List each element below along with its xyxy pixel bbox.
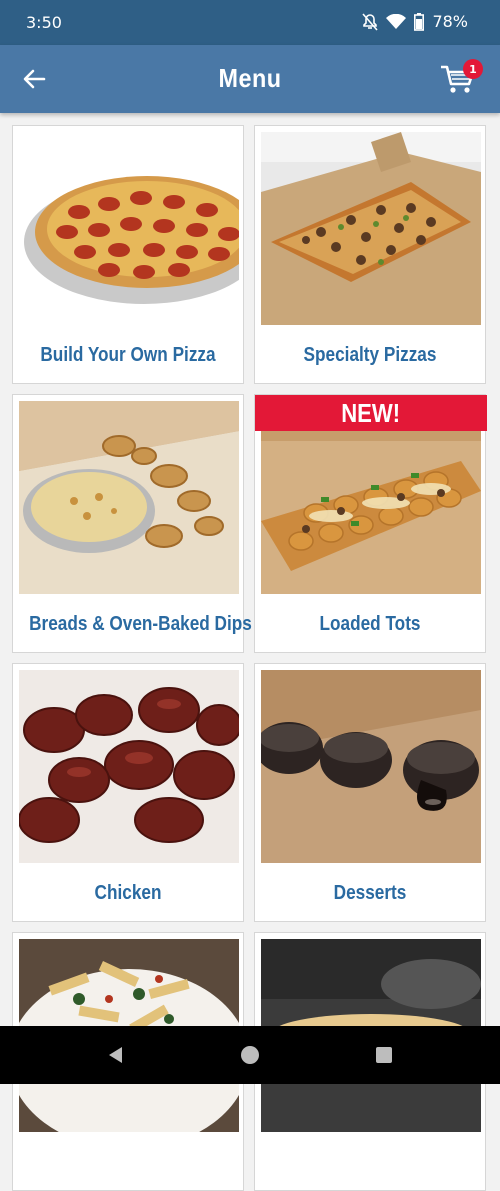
specialty-pizza-image	[261, 132, 481, 325]
battery-icon	[414, 12, 425, 31]
pepperoni-pizza-image	[19, 132, 239, 325]
nav-recents-icon[interactable]	[374, 1045, 394, 1065]
menu-item-chicken[interactable]: Chicken	[12, 663, 244, 922]
cart-icon	[440, 65, 476, 99]
new-badge: NEW!	[255, 395, 487, 431]
menu-item-label: Breads & Oven-Baked Dips	[29, 613, 252, 635]
menu-item-label: Specialty Pizzas	[303, 344, 437, 366]
cart-button[interactable]: 1	[440, 59, 483, 95]
do-not-disturb-icon	[362, 12, 379, 31]
nav-home-icon[interactable]	[240, 1045, 260, 1065]
menu-item-label: Chicken	[94, 882, 162, 904]
menu-item-specialty-pizzas[interactable]: Specialty Pizzas	[254, 125, 486, 384]
menu-item-breads-dips[interactable]: Breads & Oven-Baked Dips	[12, 394, 252, 653]
app-bar: Menu 1	[0, 45, 500, 113]
nav-back-icon[interactable]	[106, 1045, 126, 1065]
cart-count-badge: 1	[463, 59, 483, 79]
menu-item-build-your-own-pizza[interactable]: Build Your Own Pizza	[12, 125, 244, 384]
status-bar: 3:50 78%	[0, 0, 500, 45]
menu-item-desserts[interactable]: Desserts	[254, 663, 486, 922]
status-time: 3:50	[26, 13, 62, 32]
chicken-wings-image	[19, 670, 239, 863]
breads-dips-image	[19, 401, 239, 594]
lava-cakes-image	[261, 670, 481, 863]
system-nav-bar	[0, 1026, 500, 1084]
menu-item-label: Build Your Own Pizza	[40, 344, 216, 366]
wifi-icon	[386, 13, 407, 30]
menu-item-loaded-tots[interactable]: NEW! Loaded Tots	[254, 394, 487, 653]
page-title: Menu	[218, 63, 282, 93]
menu-item-label: Desserts	[333, 882, 407, 904]
battery-percent: 78%	[432, 12, 468, 31]
menu-item-label: Loaded Tots	[319, 613, 421, 635]
